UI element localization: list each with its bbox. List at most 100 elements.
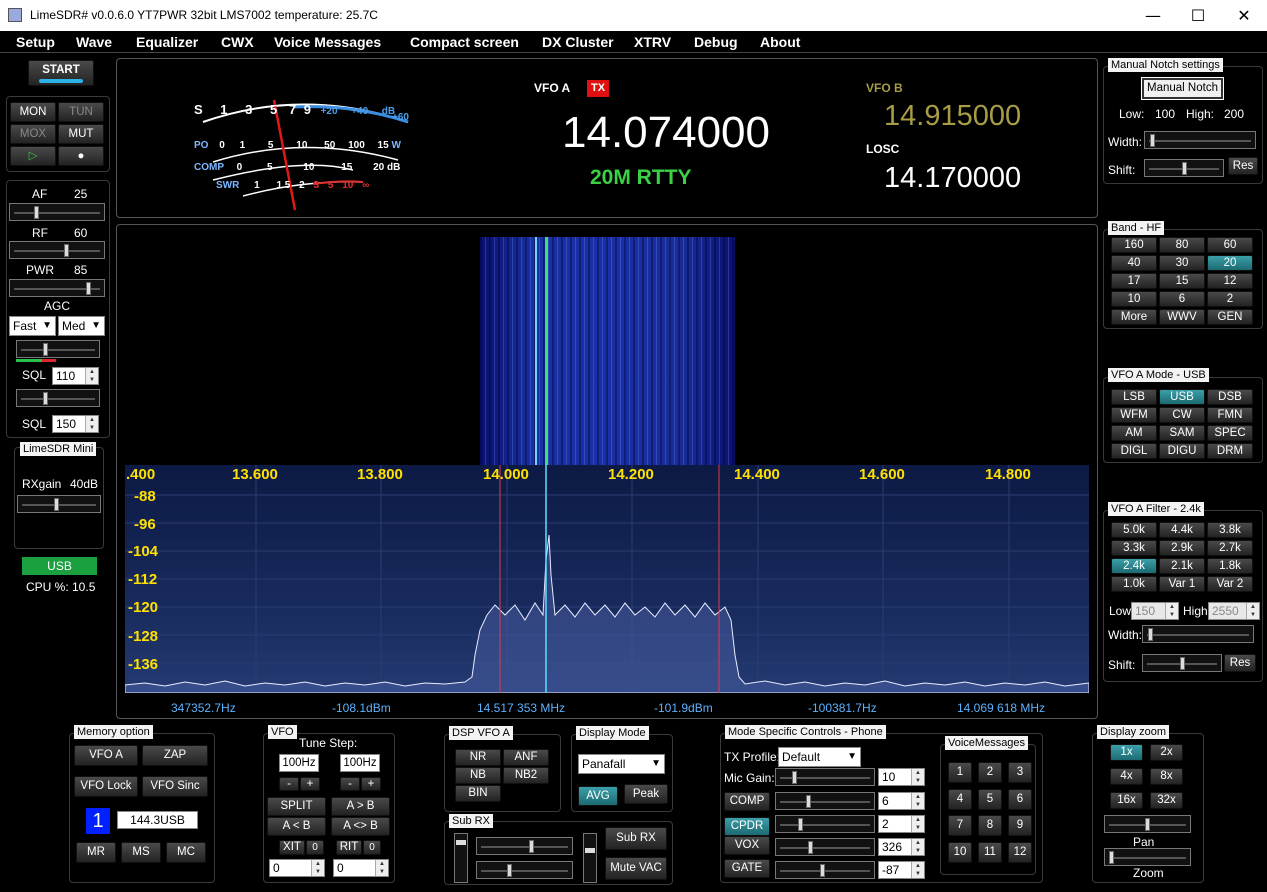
xit-button[interactable]: XIT xyxy=(279,840,305,855)
maximize-icon[interactable]: ☐ xyxy=(1175,0,1221,31)
waterfall-display[interactable] xyxy=(480,237,735,466)
sub-rx-button[interactable]: Sub RX xyxy=(605,827,667,850)
cpdr-button[interactable]: CPDR xyxy=(724,817,770,836)
mode-button-spec[interactable]: SPEC xyxy=(1207,425,1253,441)
filter-button-2-1k[interactable]: 2.1k xyxy=(1159,558,1205,574)
filter-shift-slider[interactable] xyxy=(1142,654,1222,672)
filter-button-2-9k[interactable]: 2.9k xyxy=(1159,540,1205,556)
mode-button-usb[interactable]: USB xyxy=(1159,389,1205,405)
rf-slider[interactable] xyxy=(9,241,105,259)
voice-message-button-9[interactable]: 9 xyxy=(1008,815,1032,836)
mr-button[interactable]: MR xyxy=(76,842,116,863)
manual-notch-button[interactable]: Manual Notch xyxy=(1141,77,1224,100)
band-button-6[interactable]: 6 xyxy=(1159,291,1205,307)
zap-button[interactable]: ZAP xyxy=(142,745,208,766)
notch-shift-slider[interactable] xyxy=(1144,159,1224,177)
minimize-icon[interactable]: — xyxy=(1130,0,1176,31)
zoom-button-8x[interactable]: 8x xyxy=(1150,768,1183,785)
voice-message-button-8[interactable]: 8 xyxy=(978,815,1002,836)
rit-input[interactable]: 0 ▲ ▼ xyxy=(333,859,389,877)
nb2-button[interactable]: NB2 xyxy=(503,767,549,784)
pwr-slider[interactable] xyxy=(9,279,105,297)
band-button-gen[interactable]: GEN xyxy=(1207,309,1253,325)
filter-width-slider[interactable] xyxy=(1142,625,1254,643)
filter-button-var-1[interactable]: Var 1 xyxy=(1159,576,1205,592)
menu-compact-screen[interactable]: Compact screen xyxy=(410,34,519,50)
mc-button[interactable]: MC xyxy=(166,842,206,863)
a-to-b-button[interactable]: A > B xyxy=(331,797,390,816)
panadapter-display[interactable] xyxy=(125,465,1089,693)
step-b-minus-button[interactable]: - xyxy=(340,777,360,791)
agc-speed-select[interactable]: Med ▼ xyxy=(58,316,105,336)
cpdr-input[interactable]: 2 ▲ ▼ xyxy=(878,815,925,833)
filter-button-3-3k[interactable]: 3.3k xyxy=(1111,540,1157,556)
nb-button[interactable]: NB xyxy=(455,767,501,784)
close-icon[interactable]: ✕ xyxy=(1221,0,1267,31)
band-button-30[interactable]: 30 xyxy=(1159,255,1205,271)
voice-message-button-1[interactable]: 1 xyxy=(948,762,972,783)
vox-slider[interactable] xyxy=(775,838,875,856)
af-slider[interactable] xyxy=(9,203,105,221)
voice-message-button-5[interactable]: 5 xyxy=(978,788,1002,810)
display-mode-select[interactable]: Panafall ▼ xyxy=(578,754,665,774)
rxgain-slider[interactable] xyxy=(17,495,101,513)
mode-button-sam[interactable]: SAM xyxy=(1159,425,1205,441)
band-button-15[interactable]: 15 xyxy=(1159,273,1205,289)
band-button-80[interactable]: 80 xyxy=(1159,237,1205,253)
filter-button-4-4k[interactable]: 4.4k xyxy=(1159,522,1205,538)
voice-message-button-11[interactable]: 11 xyxy=(978,841,1002,863)
menu-dx-cluster[interactable]: DX Cluster xyxy=(542,34,614,50)
mode-button-am[interactable]: AM xyxy=(1111,425,1157,441)
zoom-button-2x[interactable]: 2x xyxy=(1150,744,1183,761)
memory-channel-number[interactable]: 1 xyxy=(86,808,110,834)
zoom-button-1x[interactable]: 1x xyxy=(1110,744,1143,761)
filter-button-3-8k[interactable]: 3.8k xyxy=(1207,522,1253,538)
zoom-slider[interactable] xyxy=(1104,848,1191,866)
filter-button-2-4k[interactable]: 2.4k xyxy=(1111,558,1157,574)
comp-button[interactable]: COMP xyxy=(724,792,770,811)
vox-button[interactable]: VOX xyxy=(724,836,770,855)
mode-button-drm[interactable]: DRM xyxy=(1207,443,1253,459)
mic-gain-slider[interactable] xyxy=(775,768,875,786)
mon-button[interactable]: MON xyxy=(10,102,56,122)
menu-wave[interactable]: Wave xyxy=(76,34,112,50)
comp-input[interactable]: 6 ▲ ▼ xyxy=(878,792,925,810)
mode-button-lsb[interactable]: LSB xyxy=(1111,389,1157,405)
voice-message-button-10[interactable]: 10 xyxy=(948,841,972,863)
nr-button[interactable]: NR xyxy=(455,749,501,766)
mute-vac-button[interactable]: Mute VAC xyxy=(605,857,667,880)
step-a-minus-button[interactable]: - xyxy=(279,777,299,791)
ms-button[interactable]: MS xyxy=(121,842,161,863)
voice-message-button-3[interactable]: 3 xyxy=(1008,762,1032,783)
vfo-b-frequency[interactable]: 14.915000 xyxy=(884,100,1021,133)
notch-width-slider[interactable] xyxy=(1144,131,1256,149)
gate-button[interactable]: GATE xyxy=(724,859,770,878)
band-button-40[interactable]: 40 xyxy=(1111,255,1157,271)
memory-entry-field[interactable]: 144.3USB xyxy=(117,811,198,829)
filter-button-var-2[interactable]: Var 2 xyxy=(1207,576,1253,592)
sub-rx-gain-slider[interactable] xyxy=(476,861,573,879)
mut-button[interactable]: MUT xyxy=(58,124,104,144)
menu-equalizer[interactable]: Equalizer xyxy=(136,34,198,50)
tx-indicator[interactable]: TX xyxy=(587,80,609,97)
vox-input[interactable]: 326 ▲ ▼ xyxy=(878,838,925,856)
mode-button-digu[interactable]: DIGU xyxy=(1159,443,1205,459)
voice-message-button-12[interactable]: 12 xyxy=(1008,841,1032,863)
zoom-button-4x[interactable]: 4x xyxy=(1110,768,1143,785)
band-button-10[interactable]: 10 xyxy=(1111,291,1157,307)
losc-frequency[interactable]: 14.170000 xyxy=(884,162,1021,195)
menu-cwx[interactable]: CWX xyxy=(221,34,254,50)
mode-button-wfm[interactable]: WFM xyxy=(1111,407,1157,423)
voice-message-button-6[interactable]: 6 xyxy=(1008,788,1032,810)
step-b-plus-button[interactable]: + xyxy=(361,777,381,791)
tune-step-b[interactable]: 100Hz xyxy=(340,754,380,772)
menu-xtrv[interactable]: XTRV xyxy=(634,34,671,50)
mode-button-digl[interactable]: DIGL xyxy=(1111,443,1157,459)
play-button[interactable]: ▷ xyxy=(10,146,56,166)
vfo-a-button[interactable]: VFO A xyxy=(74,745,138,766)
mic-gain-input[interactable]: 10 ▲ ▼ xyxy=(878,768,925,786)
mode-button-fmn[interactable]: FMN xyxy=(1207,407,1253,423)
sub-rx-level-slider[interactable] xyxy=(583,833,597,883)
sql-input-1[interactable]: 110 ▲ ▼ xyxy=(52,367,99,385)
voice-message-button-4[interactable]: 4 xyxy=(948,788,972,810)
